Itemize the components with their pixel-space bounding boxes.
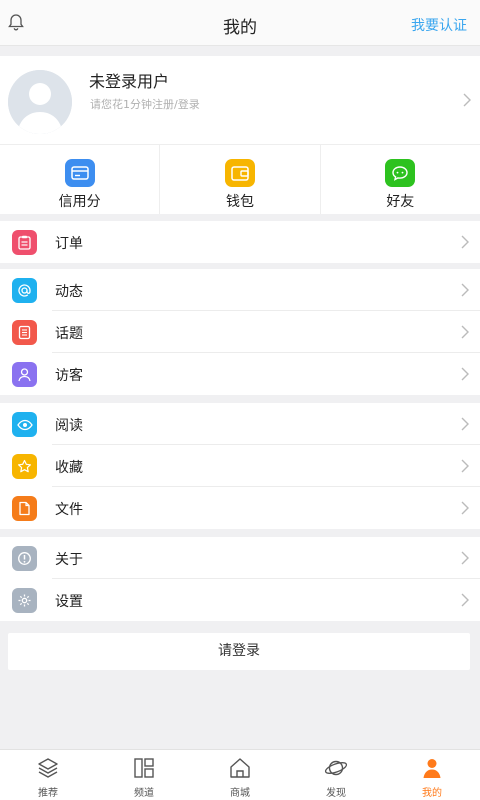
quick-actions: 信用分 钱包 好友 xyxy=(0,144,480,214)
menu-item-label: 文件 xyxy=(55,502,83,518)
chevron-right-icon xyxy=(461,367,469,381)
clipboard-icon xyxy=(12,230,37,255)
tab-label: 我的 xyxy=(422,788,442,799)
quick-action-friends[interactable]: 好友 xyxy=(319,145,480,214)
menu-group-orders: 订单 xyxy=(0,221,480,263)
menu-item-about[interactable]: 关于 xyxy=(0,537,480,579)
gear-icon xyxy=(12,588,37,613)
credit-card-icon xyxy=(64,159,95,187)
menu-item-reading[interactable]: 阅读 xyxy=(0,403,480,445)
at-icon xyxy=(12,278,37,303)
home-icon xyxy=(230,758,250,778)
menu-item-label: 阅读 xyxy=(55,418,83,434)
tab-label: 商城 xyxy=(230,788,250,799)
quick-action-credit[interactable]: 信用分 xyxy=(0,145,159,214)
user-name: 未登录用户 xyxy=(89,72,170,91)
grid-icon xyxy=(134,758,154,778)
chevron-right-icon xyxy=(463,93,471,107)
menu-group-content: 阅读 收藏 文件 xyxy=(0,403,480,529)
document-icon xyxy=(12,320,37,345)
file-icon xyxy=(12,496,37,521)
avatar[interactable] xyxy=(8,70,72,134)
chevron-right-icon xyxy=(461,593,469,607)
chat-icon xyxy=(385,159,416,187)
menu-item-settings[interactable]: 设置 xyxy=(0,579,480,621)
person-icon xyxy=(423,759,441,778)
bottom-tab-bar: 推荐 频道 商城 发现 我的 xyxy=(0,749,480,800)
page-title: 我的 xyxy=(223,18,257,38)
chevron-right-icon xyxy=(461,325,469,339)
chevron-right-icon xyxy=(461,235,469,249)
info-icon xyxy=(12,546,37,571)
tab-discover[interactable]: 发现 xyxy=(288,750,384,800)
person-icon xyxy=(12,362,37,387)
tab-mall[interactable]: 商城 xyxy=(192,750,288,800)
menu-item-favorites[interactable]: 收藏 xyxy=(0,445,480,487)
menu-item-visitors[interactable]: 访客 xyxy=(0,353,480,395)
eye-icon xyxy=(12,412,37,437)
tab-recommend[interactable]: 推荐 xyxy=(0,750,96,800)
menu-item-files[interactable]: 文件 xyxy=(0,487,480,529)
layers-icon xyxy=(38,758,58,778)
menu-item-orders[interactable]: 订单 xyxy=(0,221,480,263)
chevron-right-icon xyxy=(461,551,469,565)
menu-item-label: 设置 xyxy=(55,594,83,610)
planet-icon xyxy=(324,760,348,776)
menu-group-social: 动态 话题 访客 xyxy=(0,269,480,395)
menu-item-label: 动态 xyxy=(55,284,83,300)
verify-link[interactable]: 我要认证 xyxy=(411,15,467,35)
tab-label: 发现 xyxy=(326,788,346,799)
tab-mine[interactable]: 我的 xyxy=(384,750,480,800)
tab-label: 推荐 xyxy=(38,788,58,799)
tab-label: 频道 xyxy=(134,788,154,799)
quick-action-label: 钱包 xyxy=(225,194,254,210)
menu-item-feed[interactable]: 动态 xyxy=(0,269,480,311)
login-hint: 请您花1分钟注册/登录 xyxy=(90,98,200,111)
quick-action-wallet[interactable]: 钱包 xyxy=(159,145,319,214)
menu-item-label: 访客 xyxy=(55,368,83,384)
quick-action-label: 好友 xyxy=(386,194,415,210)
chevron-right-icon xyxy=(461,501,469,515)
default-avatar-icon xyxy=(8,70,72,134)
star-icon xyxy=(12,454,37,479)
menu-item-topics[interactable]: 话题 xyxy=(0,311,480,353)
menu-item-label: 订单 xyxy=(55,236,83,252)
menu-item-label: 话题 xyxy=(55,326,83,342)
chevron-right-icon xyxy=(461,459,469,473)
wallet-icon xyxy=(224,159,255,187)
chevron-right-icon xyxy=(461,417,469,431)
quick-action-label: 信用分 xyxy=(58,194,101,210)
chevron-right-icon xyxy=(461,283,469,297)
tab-channels[interactable]: 频道 xyxy=(96,750,192,800)
menu-item-label: 收藏 xyxy=(55,460,83,476)
profile-card[interactable]: 未登录用户 请您花1分钟注册/登录 xyxy=(0,56,480,144)
menu-item-label: 关于 xyxy=(55,552,83,568)
top-bar: 我的 我要认证 xyxy=(0,0,480,46)
login-button[interactable]: 请登录 xyxy=(8,633,470,670)
menu-group-system: 关于 设置 xyxy=(0,537,480,621)
